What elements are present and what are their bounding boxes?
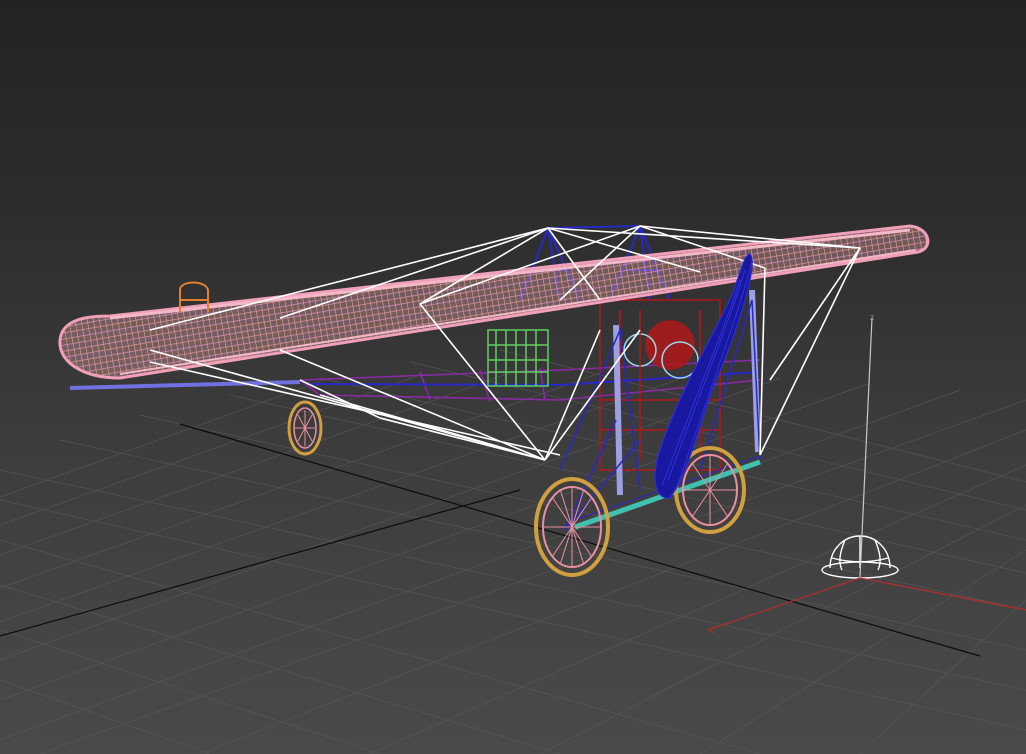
main-wing[interactable] [58,224,930,380]
z-axis-label: z [870,313,874,322]
perspective-viewport[interactable]: z [0,0,1026,754]
viewport-canvas[interactable]: z [0,0,1026,754]
ground-grid [0,349,1026,754]
front-left-wheel[interactable] [534,477,610,577]
